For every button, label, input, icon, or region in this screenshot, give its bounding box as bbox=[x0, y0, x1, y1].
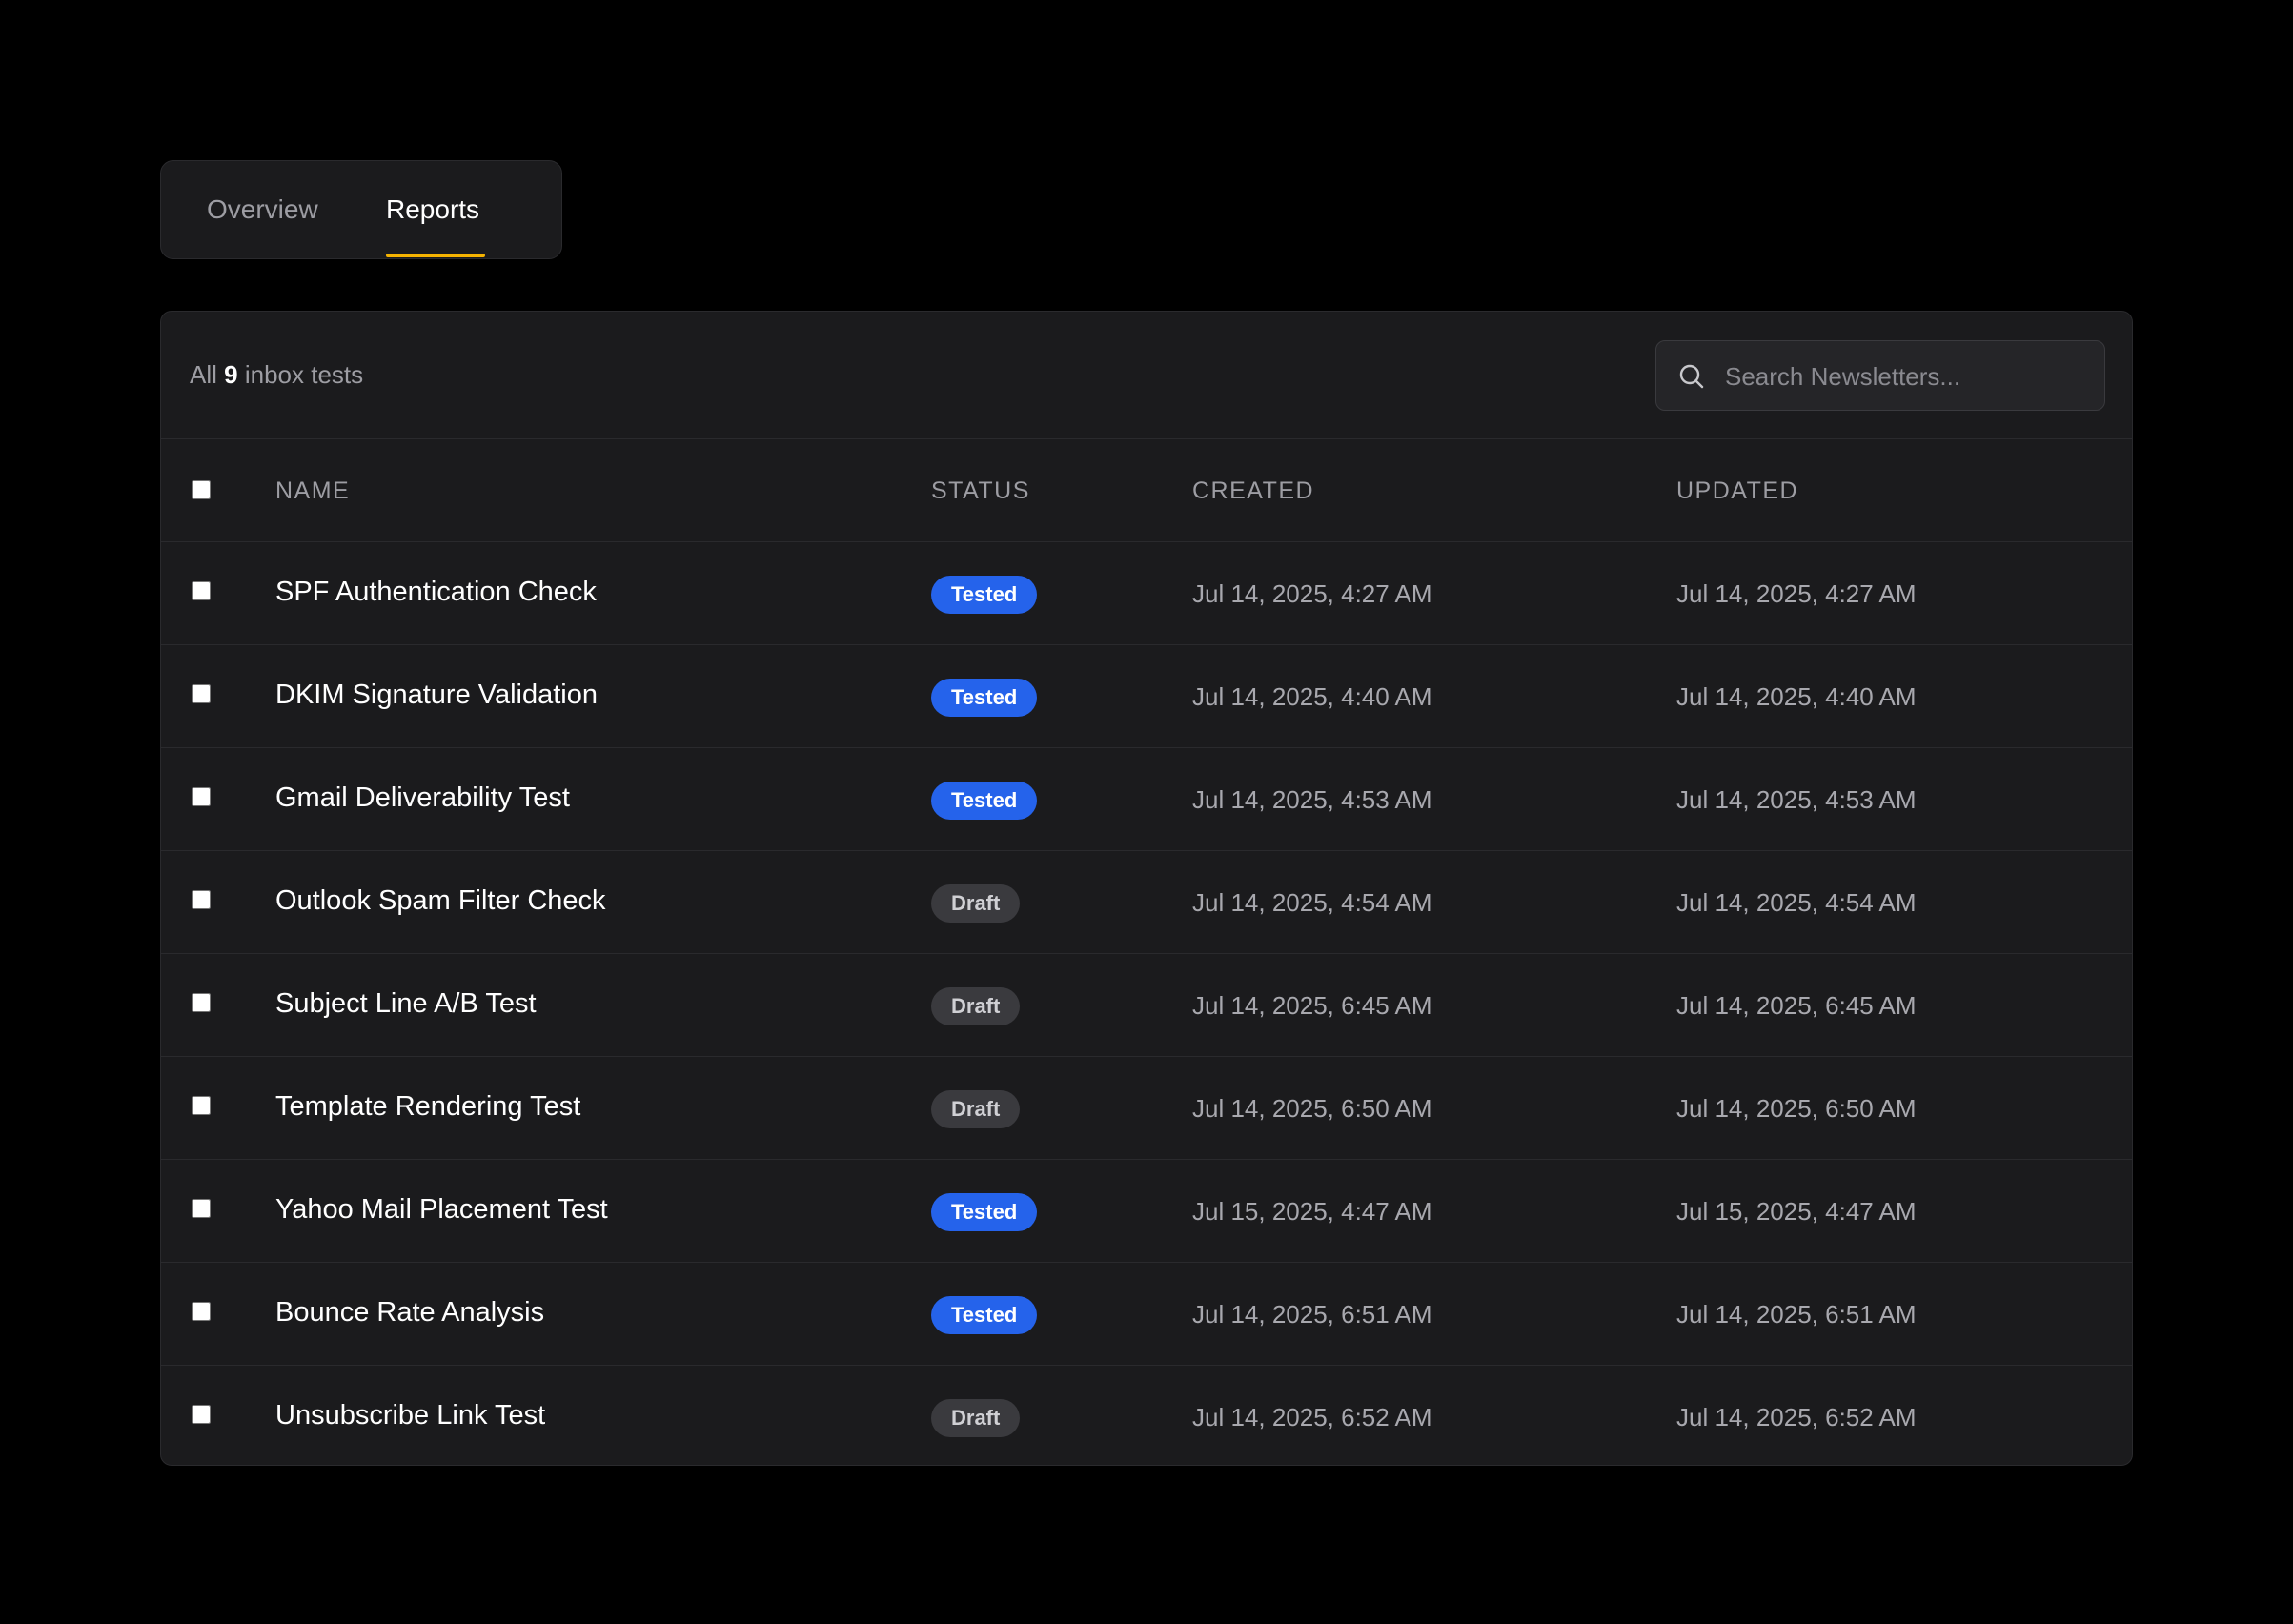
test-name[interactable]: DKIM Signature Validation bbox=[275, 680, 598, 710]
test-name[interactable]: Gmail Deliverability Test bbox=[275, 782, 570, 813]
status-badge: Tested bbox=[931, 782, 1038, 820]
table-toolbar: All 9 inbox tests bbox=[161, 312, 2132, 439]
test-name[interactable]: SPF Authentication Check bbox=[275, 577, 597, 607]
created-date: Jul 14, 2025, 6:45 AM bbox=[1192, 991, 1432, 1020]
test-name[interactable]: Yahoo Mail Placement Test bbox=[275, 1194, 608, 1225]
row-checkbox[interactable] bbox=[192, 890, 211, 909]
test-name[interactable]: Unsubscribe Link Test bbox=[275, 1400, 545, 1431]
table-header-row: NAME STATUS CREATED UPDATED bbox=[161, 439, 2132, 542]
row-checkbox[interactable] bbox=[192, 993, 211, 1012]
search-icon bbox=[1679, 364, 1704, 389]
column-header-name[interactable]: NAME bbox=[275, 476, 350, 506]
created-date: Jul 14, 2025, 6:51 AM bbox=[1192, 1300, 1432, 1329]
updated-date: Jul 14, 2025, 6:51 AM bbox=[1676, 1300, 1917, 1329]
tab-bar: Overview Reports bbox=[160, 160, 562, 259]
table-row[interactable]: Unsubscribe Link Test Draft Jul 14, 2025, … bbox=[161, 1366, 2132, 1465]
table-row[interactable]: Template Rendering Test Draft Jul 14, 2025… bbox=[161, 1057, 2132, 1160]
row-checkbox[interactable] bbox=[192, 1199, 211, 1218]
summary-prefix: All bbox=[190, 360, 217, 389]
tests-count-summary: All 9 inbox tests bbox=[190, 359, 363, 390]
search-input[interactable] bbox=[1723, 341, 2089, 412]
tests-table-card: All 9 inbox tests NAME STATUS CREATED UP… bbox=[160, 311, 2133, 1466]
updated-date: Jul 14, 2025, 4:54 AM bbox=[1676, 888, 1917, 917]
row-checkbox[interactable] bbox=[192, 1096, 211, 1115]
summary-suffix: inbox tests bbox=[244, 360, 364, 389]
summary-count: 9 bbox=[224, 360, 238, 389]
created-date: Jul 14, 2025, 6:50 AM bbox=[1192, 1094, 1432, 1123]
row-checkbox[interactable] bbox=[192, 787, 211, 806]
table-row[interactable]: DKIM Signature Validation Tested Jul 14, 2… bbox=[161, 645, 2132, 748]
tab-reports[interactable]: Reports bbox=[386, 193, 479, 226]
row-checkbox[interactable] bbox=[192, 581, 211, 600]
status-badge: Draft bbox=[931, 884, 1021, 923]
test-name[interactable]: Bounce Rate Analysis bbox=[275, 1297, 544, 1328]
column-header-created[interactable]: CREATED bbox=[1192, 476, 1314, 506]
updated-date: Jul 14, 2025, 4:53 AM bbox=[1676, 785, 1917, 814]
updated-date: Jul 14, 2025, 4:40 AM bbox=[1676, 682, 1917, 711]
updated-date: Jul 14, 2025, 6:45 AM bbox=[1676, 991, 1917, 1020]
status-badge: Draft bbox=[931, 1399, 1021, 1437]
created-date: Jul 14, 2025, 6:52 AM bbox=[1192, 1403, 1432, 1431]
table-row[interactable]: Bounce Rate Analysis Tested Jul 14, 2025, … bbox=[161, 1263, 2132, 1366]
table-row[interactable]: Outlook Spam Filter Check Draft Jul 14, 20… bbox=[161, 851, 2132, 954]
updated-date: Jul 14, 2025, 4:27 AM bbox=[1676, 579, 1917, 608]
test-name[interactable]: Subject Line A/B Test bbox=[275, 988, 537, 1019]
created-date: Jul 14, 2025, 4:54 AM bbox=[1192, 888, 1432, 917]
tab-overview[interactable]: Overview bbox=[207, 193, 318, 226]
row-checkbox[interactable] bbox=[192, 1302, 211, 1321]
created-date: Jul 14, 2025, 4:40 AM bbox=[1192, 682, 1432, 711]
row-checkbox[interactable] bbox=[192, 684, 211, 703]
created-date: Jul 15, 2025, 4:47 AM bbox=[1192, 1197, 1432, 1226]
test-name[interactable]: Template Rendering Test bbox=[275, 1091, 580, 1122]
test-name[interactable]: Outlook Spam Filter Check bbox=[275, 885, 606, 916]
select-all-checkbox[interactable] bbox=[192, 480, 211, 499]
status-badge: Tested bbox=[931, 1193, 1038, 1231]
status-badge: Draft bbox=[931, 1090, 1021, 1128]
status-badge: Draft bbox=[931, 987, 1021, 1025]
status-badge: Tested bbox=[931, 576, 1038, 614]
updated-date: Jul 14, 2025, 6:52 AM bbox=[1676, 1403, 1917, 1431]
search-box[interactable] bbox=[1655, 340, 2105, 412]
status-badge: Tested bbox=[931, 1296, 1038, 1334]
column-header-status[interactable]: STATUS bbox=[931, 476, 1030, 506]
table-row[interactable]: Yahoo Mail Placement Test Tested Jul 15, 2… bbox=[161, 1160, 2132, 1263]
table-row[interactable]: Subject Line A/B Test Draft Jul 14, 2025, … bbox=[161, 954, 2132, 1057]
table-row[interactable]: SPF Authentication Check Tested Jul 14, 20… bbox=[161, 542, 2132, 645]
column-header-updated[interactable]: UPDATED bbox=[1676, 476, 1798, 506]
created-date: Jul 14, 2025, 4:27 AM bbox=[1192, 579, 1432, 608]
row-checkbox[interactable] bbox=[192, 1405, 211, 1424]
updated-date: Jul 15, 2025, 4:47 AM bbox=[1676, 1197, 1917, 1226]
status-badge: Tested bbox=[931, 679, 1038, 717]
updated-date: Jul 14, 2025, 6:50 AM bbox=[1676, 1094, 1917, 1123]
table-row[interactable]: Gmail Deliverability Test Tested Jul 14, 2… bbox=[161, 748, 2132, 851]
active-tab-indicator bbox=[386, 254, 485, 257]
created-date: Jul 14, 2025, 4:53 AM bbox=[1192, 785, 1432, 814]
